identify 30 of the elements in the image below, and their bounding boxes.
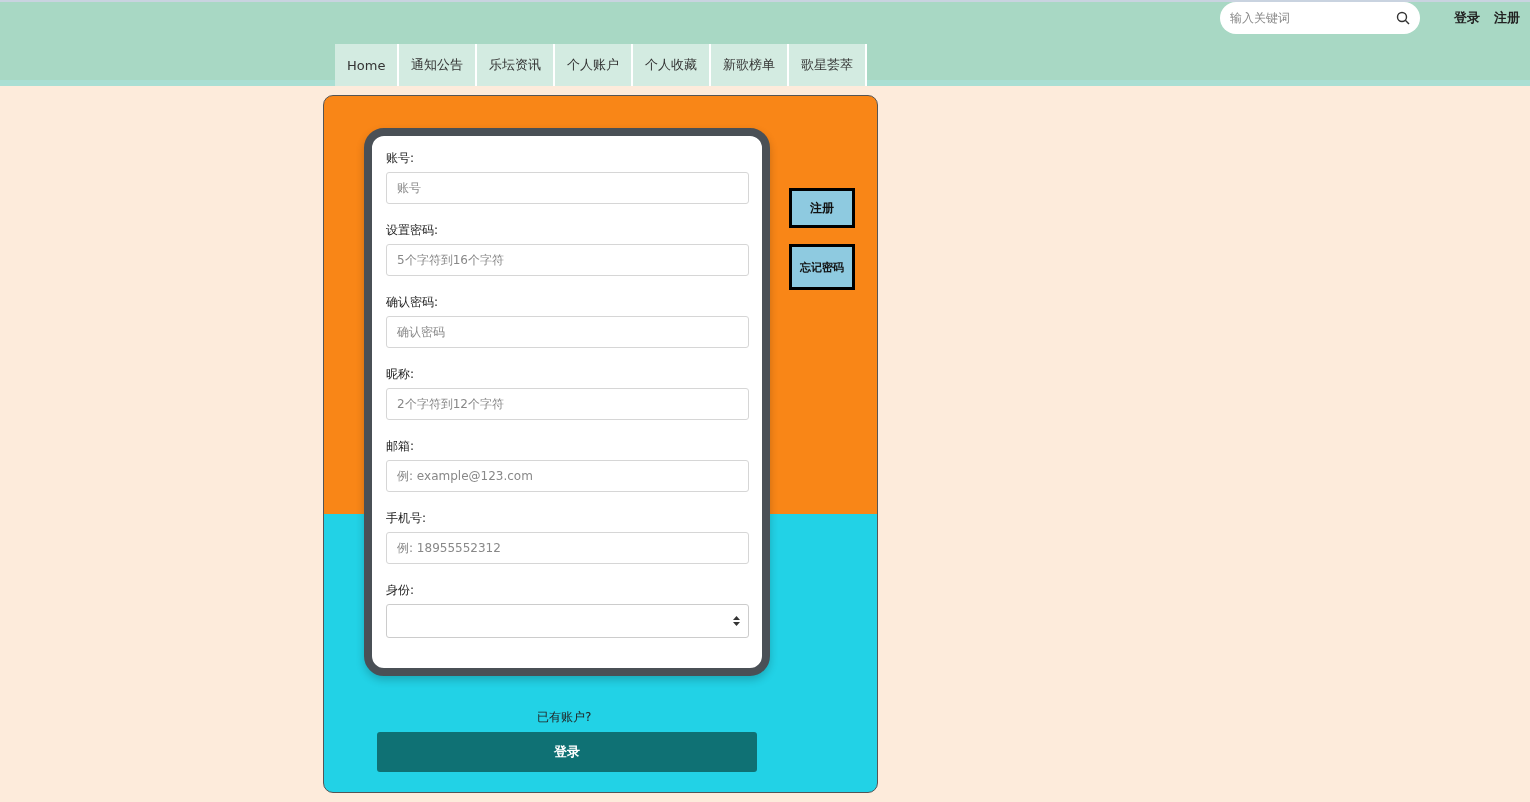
nav-tab[interactable]: 乐坛资讯 [477, 44, 556, 86]
field-label: 账号: [386, 150, 416, 166]
nav-tab[interactable]: 通知公告 [399, 44, 478, 86]
input-field[interactable]: 账号 [386, 172, 749, 204]
nav-tab[interactable]: 个人收藏 [633, 44, 712, 86]
login-button[interactable]: 登录 [377, 732, 757, 772]
nav-tab[interactable]: 新歌榜单 [711, 44, 790, 86]
input-field[interactable]: 2个字符到12个字符 [386, 388, 749, 420]
forgot-password-button[interactable]: 忘记密码 [789, 244, 855, 290]
input-field[interactable]: 例: 18955552312 [386, 532, 749, 564]
header-link[interactable]: 登录 [1454, 9, 1480, 27]
input-field[interactable]: 例: example@123.com [386, 460, 749, 492]
nav-tab[interactable]: Home [335, 44, 400, 86]
search-field[interactable]: 输入关键词 [1220, 2, 1420, 34]
header-link[interactable]: 注册 [1494, 9, 1520, 27]
field-label: 确认密码: [386, 294, 440, 310]
field-label: 设置密码: [386, 222, 440, 238]
input-field[interactable]: 确认密码 [386, 316, 749, 348]
account-prompt: 已有账户? [537, 709, 593, 726]
field-label: 昵称: [386, 366, 416, 382]
search-icon[interactable] [1396, 11, 1410, 25]
field-label: 身份: [386, 582, 416, 598]
sort-caret-icon [733, 616, 740, 626]
select-field[interactable] [386, 604, 749, 638]
nav-tab[interactable]: 个人账户 [555, 44, 634, 86]
nav-tab[interactable]: 歌星荟萃 [789, 44, 868, 86]
input-field[interactable]: 5个字符到16个字符 [386, 244, 749, 276]
field-label: 邮箱: [386, 438, 416, 454]
field-label: 手机号: [386, 510, 428, 526]
register-button[interactable]: 注册 [789, 188, 855, 228]
